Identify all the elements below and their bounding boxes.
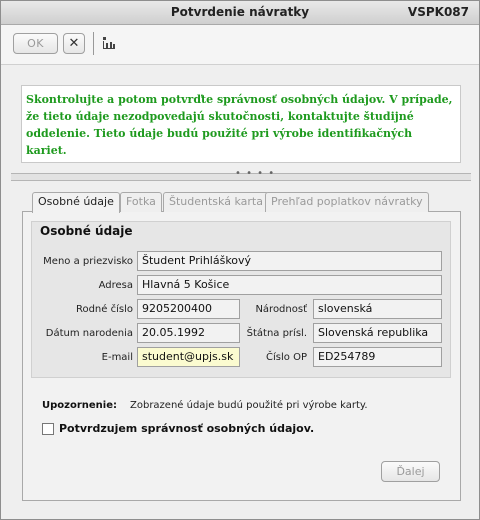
toolbar-separator [93, 32, 94, 55]
splitter-grip-icon: • • • • [235, 168, 276, 179]
citizenship-field[interactable]: Slovenská republika [313, 323, 442, 343]
toolbar: OK ✕ [1, 25, 479, 65]
window-code: VSPK087 [407, 5, 469, 19]
birth-number-field[interactable]: 9205200400 [137, 299, 240, 319]
citizenship-label: Štátna prísl. [246, 328, 307, 339]
id-card-field[interactable]: ED254789 [313, 347, 442, 367]
info-message: Skontrolujte a potom potvrďte správnosť … [21, 85, 461, 163]
title-bar[interactable]: Potvrdenie návratky VSPK087 [1, 1, 479, 25]
address-field[interactable]: Hlavná 5 Košice [137, 275, 442, 295]
name-field[interactable]: Študent Prihláškový [137, 251, 442, 271]
address-label: Adresa [98, 280, 133, 291]
ok-button[interactable]: OK [13, 33, 58, 54]
hierarchy-icon[interactable] [102, 36, 116, 50]
email-label: E-mail [101, 352, 133, 363]
confirm-checkbox-label[interactable]: Potvrdzujem správnosť osobných údajov. [59, 422, 314, 435]
confirm-checkbox[interactable] [42, 423, 54, 435]
close-button[interactable]: ✕ [63, 33, 85, 54]
next-button[interactable]: Ďalej [381, 461, 440, 482]
tab-personal-data[interactable]: Osobné údaje [32, 192, 120, 213]
close-icon: ✕ [68, 36, 80, 51]
panel-splitter[interactable]: • • • • [11, 168, 471, 181]
group-title: Osobné údaje [40, 224, 133, 238]
id-card-label: Číslo OP [266, 352, 307, 363]
note-text: Zobrazené údaje budú použité pri výrobe … [130, 400, 368, 411]
email-field[interactable]: student@upjs.sk [137, 347, 240, 367]
note-label: Upozornenie: [42, 400, 117, 411]
tab-fees-overview[interactable]: Prehľad poplatkov návratky [265, 192, 429, 212]
name-label: Meno a priezvisko [43, 256, 133, 267]
birth-date-field[interactable]: 20.05.1992 [137, 323, 240, 343]
tab-photo[interactable]: Fotka [120, 192, 162, 212]
birth-date-label: Dátum narodenia [45, 328, 133, 339]
dialog-window: Potvrdenie návratky VSPK087 OK ✕ Skontro… [0, 0, 480, 520]
tab-student-card[interactable]: Študentská karta [163, 192, 269, 212]
nationality-field[interactable]: slovenská [313, 299, 442, 319]
nationality-label: Národnosť [255, 304, 307, 315]
birth-number-label: Rodné číslo [75, 304, 133, 315]
